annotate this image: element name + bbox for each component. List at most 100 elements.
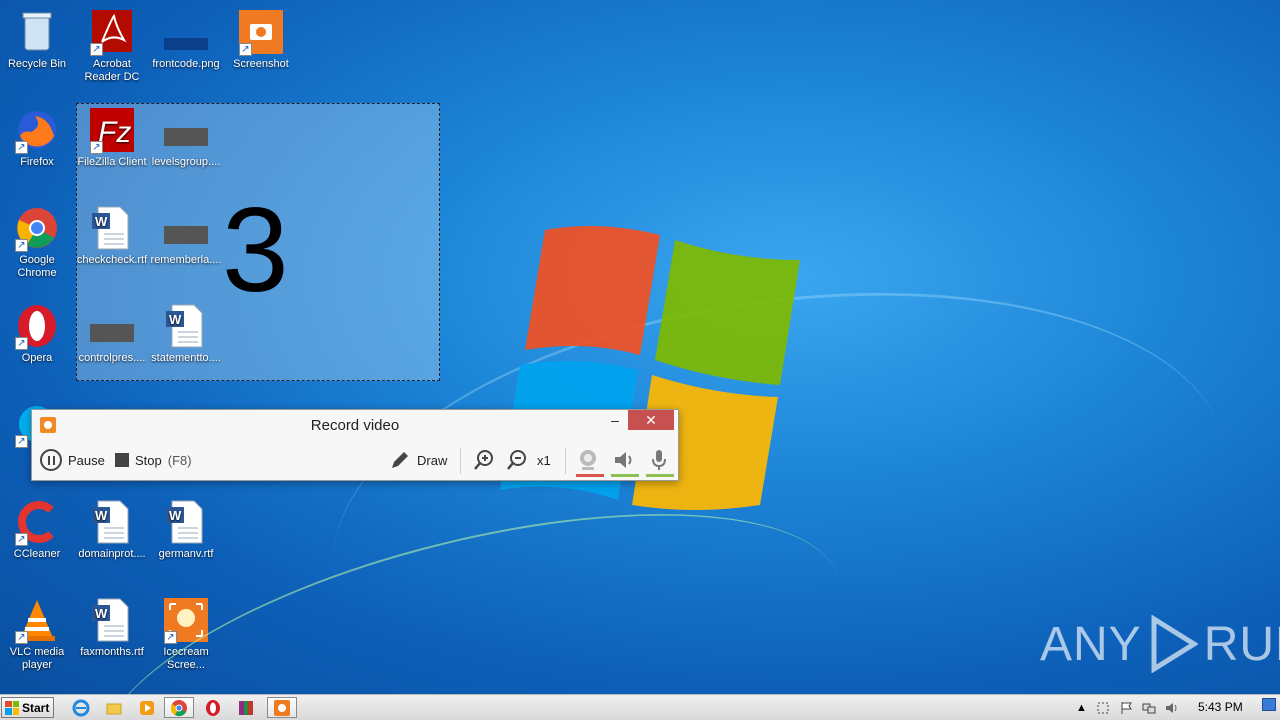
svg-text:W: W <box>95 606 108 621</box>
desktop: 3 Recycle Bin ↗ Firefox ↗ Google Chrome … <box>0 0 1280 694</box>
start-button[interactable]: Start <box>1 697 54 718</box>
taskbar-opera[interactable] <box>198 697 228 718</box>
system-audio-toggle[interactable] <box>612 448 636 472</box>
webcam-status-indicator <box>576 474 604 477</box>
zoom-level: x1 <box>537 448 551 472</box>
desktop-icon-domainprot[interactable]: W domainprot.... <box>75 498 149 561</box>
countdown-number: 3 <box>222 183 289 317</box>
pause-label: Pause <box>68 452 105 468</box>
zoom-level-value: x1 <box>537 452 551 468</box>
minimize-button[interactable]: – <box>602 410 628 430</box>
winrar-icon <box>239 700 253 715</box>
show-hidden-icons-button[interactable]: ▲ <box>1076 702 1087 714</box>
recording-toolbar: Pause Stop (F8) Draw x1 <box>32 440 678 480</box>
desktop-icon-controlpres[interactable]: controlpres.... <box>75 302 149 365</box>
toolbar-divider <box>460 448 461 474</box>
opera-icon <box>206 699 220 716</box>
windows-flag-icon <box>5 700 19 715</box>
word-doc-icon: W <box>162 302 210 350</box>
svg-text:W: W <box>169 312 182 327</box>
stop-label: Stop <box>135 452 162 468</box>
system-tray: ▲ <box>1076 697 1179 718</box>
anyrun-watermark: ANY RUN <box>1040 615 1280 673</box>
file-icon <box>88 302 136 350</box>
close-button[interactable]: ✕ <box>628 410 674 430</box>
webcam-toggle[interactable] <box>576 448 600 472</box>
desktop-icon-checkcheck[interactable]: W checkcheck.rtf <box>75 204 149 267</box>
ccleaner-icon: ↗ <box>13 498 61 546</box>
acrobat-icon: ↗ <box>88 8 136 56</box>
microphone-toggle[interactable] <box>647 448 671 472</box>
file-icon <box>162 204 210 252</box>
media-player-icon <box>140 700 154 715</box>
draw-button[interactable]: Draw <box>389 448 447 472</box>
filezilla-icon: Fz ↗ <box>88 106 136 154</box>
stop-shortcut: (F8) <box>167 452 192 468</box>
taskbar-media-player[interactable] <box>132 697 162 718</box>
zoom-in-icon <box>474 450 493 470</box>
volume-icon[interactable] <box>1165 701 1179 715</box>
desktop-icon-icecream[interactable]: ↗ Icecream Scree... <box>149 596 223 672</box>
image-file-icon <box>162 8 210 56</box>
stop-button[interactable]: Stop (F8) <box>115 448 192 472</box>
flag-icon[interactable] <box>1119 701 1133 715</box>
network-icon[interactable] <box>1142 701 1156 715</box>
zoom-out-icon <box>507 450 526 470</box>
chrome-icon: ↗ <box>13 204 61 252</box>
pause-button[interactable]: Pause <box>40 448 105 472</box>
taskbar-explorer[interactable] <box>99 697 129 718</box>
vlc-icon: ↗ <box>13 596 61 644</box>
zoom-out-button[interactable] <box>505 448 529 472</box>
taskbar-internet-explorer[interactable] <box>66 697 96 718</box>
taskbar-icecream[interactable] <box>267 697 297 718</box>
desktop-icon-vlc[interactable]: ↗ VLC media player <box>0 596 74 672</box>
window-title: Record video <box>310 417 400 434</box>
pencil-icon <box>392 452 408 468</box>
capture-tray-icon[interactable] <box>1096 701 1110 715</box>
taskbar: Start ▲ 5:43 PM <box>0 694 1280 720</box>
icecream-icon: ↗ <box>162 596 210 644</box>
desktop-icon-frontcode[interactable]: frontcode.png <box>149 8 223 71</box>
word-doc-icon: W <box>88 596 136 644</box>
desktop-icon-firefox[interactable]: ↗ Firefox <box>0 106 74 169</box>
audio-status-indicator <box>611 474 639 477</box>
desktop-icon-rememberla[interactable]: rememberla.... <box>149 204 223 267</box>
stop-icon <box>115 453 129 467</box>
screenshot-icon: ↗ <box>237 8 285 56</box>
word-doc-icon: W <box>88 204 136 252</box>
zoom-in-button[interactable] <box>472 448 496 472</box>
desktop-icon-levelsgroup[interactable]: levelsgroup.... <box>149 106 223 169</box>
show-desktop-button[interactable] <box>1262 698 1276 711</box>
internet-explorer-icon <box>72 699 90 716</box>
desktop-icon-germanv[interactable]: W germanv.rtf <box>149 498 223 561</box>
desktop-icon-chrome[interactable]: ↗ Google Chrome <box>0 204 74 280</box>
pause-icon <box>40 449 62 471</box>
toolbar-divider <box>565 448 566 474</box>
desktop-icon-screenshot[interactable]: ↗ Screenshot <box>224 8 298 71</box>
webcam-icon <box>580 450 596 470</box>
desktop-icon-filezilla[interactable]: Fz ↗ FileZilla Client <box>75 106 149 169</box>
recycle-bin-icon <box>13 8 61 56</box>
clock[interactable]: 5:43 PM <box>1198 700 1243 714</box>
window-titlebar[interactable]: Record video – ✕ <box>32 410 678 440</box>
desktop-icon-faxmonths[interactable]: W faxmonths.rtf <box>75 596 149 659</box>
desktop-icon-ccleaner[interactable]: ↗ CCleaner <box>0 498 74 561</box>
chrome-icon <box>170 699 187 716</box>
svg-text:W: W <box>95 214 108 229</box>
opera-icon: ↗ <box>13 302 61 350</box>
microphone-icon <box>652 450 666 470</box>
taskbar-chrome[interactable] <box>164 697 194 718</box>
icecream-icon <box>274 699 290 716</box>
firefox-icon: ↗ <box>13 106 61 154</box>
record-video-window[interactable]: Record video – ✕ Pause Stop (F8) Draw x1 <box>31 409 679 481</box>
svg-text:W: W <box>169 508 182 523</box>
taskbar-winrar[interactable] <box>231 697 261 718</box>
desktop-icon-recycle-bin[interactable]: Recycle Bin <box>0 8 74 71</box>
speaker-icon <box>615 452 632 468</box>
word-doc-icon: W <box>88 498 136 546</box>
desktop-icon-statementto[interactable]: W statementto.... <box>149 302 223 365</box>
desktop-icon-acrobat[interactable]: ↗ Acrobat Reader DC <box>75 8 149 84</box>
explorer-icon <box>106 703 122 714</box>
desktop-icon-opera[interactable]: ↗ Opera <box>0 302 74 365</box>
mic-status-indicator <box>646 474 674 477</box>
